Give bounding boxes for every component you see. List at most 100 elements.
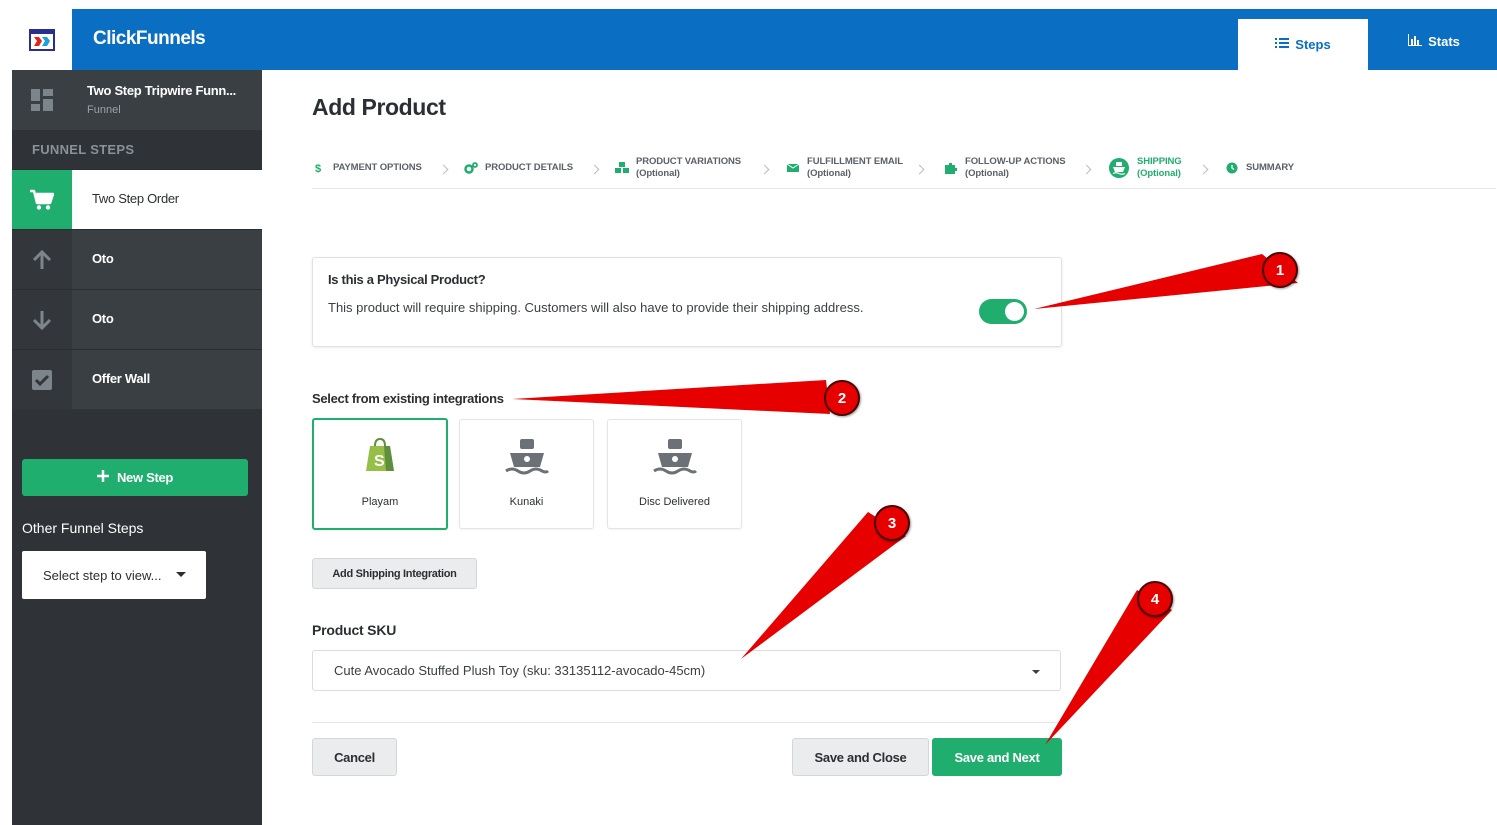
- integration-tile-kunaki[interactable]: Kunaki: [459, 419, 594, 529]
- wizard-steps: $ PAYMENT OPTIONS PRODUCT DETAILS PRODUC…: [312, 146, 1496, 189]
- checkbox-icon: [12, 350, 72, 409]
- annotation-badge-1: 1: [1262, 252, 1298, 288]
- chevron-right-icon: [589, 164, 600, 175]
- funnel-header[interactable]: Two Step Tripwire Funn... Funnel: [12, 70, 262, 130]
- funnel-name: Two Step Tripwire Funn...: [87, 83, 236, 98]
- physical-product-card: Is this a Physical Product? This product…: [312, 257, 1062, 347]
- sidebar-step-oto-1[interactable]: Oto: [12, 229, 262, 289]
- ship-icon: [460, 437, 593, 477]
- divider: [312, 722, 1061, 723]
- wizard-step-optional: (Optional): [807, 168, 851, 179]
- other-funnel-steps-label: Other Funnel Steps: [22, 520, 144, 536]
- sidebar-step-label: Oto: [92, 311, 114, 326]
- physical-product-description: This product will require shipping. Cust…: [328, 300, 864, 315]
- new-step-button[interactable]: New Step: [22, 459, 248, 496]
- sidebar-step-two-step-order[interactable]: Two Step Order: [12, 169, 262, 229]
- sidebar-step-offer-wall[interactable]: Offer Wall: [12, 349, 262, 409]
- integration-tile-disc-delivered[interactable]: Disc Delivered: [607, 419, 742, 529]
- select-step-placeholder: Select step to view...: [43, 567, 162, 583]
- wizard-step-follow-up-actions[interactable]: FOLLOW-UP ACTIONS (Optional): [944, 156, 1066, 180]
- wizard-step-label: PRODUCT VARIATIONS: [636, 156, 741, 167]
- wizard-step-label: PRODUCT DETAILS: [485, 162, 574, 173]
- wizard-step-product-variations[interactable]: PRODUCT VARIATIONS (Optional): [615, 156, 741, 180]
- plus-icon: [96, 470, 109, 485]
- add-shipping-integration-button[interactable]: Add Shipping Integration: [312, 558, 477, 589]
- wizard-step-summary[interactable]: SUMMARY: [1225, 156, 1294, 175]
- cart-icon: [12, 170, 72, 229]
- chevron-right-icon: [759, 164, 770, 175]
- arrow-down-icon: [12, 290, 72, 349]
- wizard-step-payment-options[interactable]: $ PAYMENT OPTIONS: [312, 156, 422, 175]
- puzzle-icon: [944, 161, 958, 175]
- save-and-next-button[interactable]: Save and Next: [932, 738, 1062, 776]
- integration-tile-playam[interactable]: S Playam: [312, 418, 448, 530]
- wizard-step-product-details[interactable]: PRODUCT DETAILS: [464, 156, 573, 175]
- sidebar: Two Step Tripwire Funn... Funnel FUNNEL …: [12, 70, 262, 825]
- sidebar-step-label: Two Step Order: [92, 191, 179, 206]
- annotation-badge-4: 4: [1137, 581, 1173, 617]
- dollar-icon: $: [312, 161, 326, 175]
- wizard-step-shipping[interactable]: SHIPPING (Optional): [1108, 156, 1182, 180]
- chevron-right-icon: [1198, 164, 1209, 175]
- shopify-icon: S: [314, 437, 446, 477]
- integrations-label: Select from existing integrations: [312, 391, 504, 406]
- physical-product-title: Is this a Physical Product?: [328, 272, 486, 287]
- bar-chart-icon: [1407, 33, 1423, 49]
- save-and-close-button[interactable]: Save and Close: [792, 738, 929, 776]
- integration-name: Kunaki: [509, 496, 544, 508]
- select-step-dropdown[interactable]: Select step to view...: [22, 551, 206, 599]
- annotation-badge-2: 2: [824, 380, 860, 416]
- app-title: ClickFunnels: [93, 28, 206, 49]
- physical-product-toggle[interactable]: [979, 299, 1027, 324]
- wizard-step-label: FULFILLMENT EMAIL: [807, 156, 903, 167]
- product-sku-label: Product SKU: [312, 622, 397, 638]
- funnel-type: Funnel: [87, 104, 121, 116]
- caret-down-icon: [176, 572, 186, 577]
- tab-steps-label: Steps: [1295, 37, 1331, 52]
- ship-icon: [1108, 157, 1130, 179]
- wizard-step-optional: (Optional): [965, 168, 1009, 179]
- window-top-strip: [12, 0, 1497, 9]
- ship-icon: [608, 437, 741, 477]
- chevron-right-icon: [914, 164, 925, 175]
- envelope-icon: [786, 161, 800, 175]
- cubes-icon: [615, 161, 629, 175]
- cogs-icon: [464, 161, 478, 175]
- wizard-step-optional: (Optional): [636, 168, 680, 179]
- window-frame: [0, 0, 12, 825]
- arrow-up-icon: [12, 230, 72, 289]
- tab-stats-label: Stats: [1428, 33, 1460, 49]
- wizard-step-label: SHIPPING: [1137, 156, 1182, 167]
- wizard-step-fulfillment-email[interactable]: FULFILLMENT EMAIL (Optional): [786, 156, 903, 180]
- chevron-right-icon: [1081, 164, 1092, 175]
- toggle-knob: [1005, 302, 1024, 321]
- sidebar-step-oto-2[interactable]: Oto: [12, 289, 262, 349]
- cancel-button[interactable]: Cancel: [312, 738, 397, 776]
- page-title: Add Product: [312, 94, 446, 120]
- integration-name: Disc Delivered: [639, 496, 710, 508]
- chevron-right-icon: [438, 164, 449, 175]
- svg-text:S: S: [374, 453, 385, 470]
- funnel-steps-heading: FUNNEL STEPS: [32, 142, 135, 157]
- wizard-step-label: FOLLOW-UP ACTIONS: [965, 156, 1066, 167]
- sidebar-step-label: Oto: [92, 251, 114, 266]
- list-icon: [1275, 37, 1290, 52]
- annotation-arrow-1: [1034, 254, 1298, 309]
- integration-name: Playam: [361, 496, 399, 508]
- wizard-step-label: SUMMARY: [1246, 162, 1295, 173]
- product-sku-select[interactable]: Cute Avocado Stuffed Plush Toy (sku: 331…: [312, 650, 1061, 691]
- annotation-badge-3: 3: [874, 505, 910, 541]
- tab-steps[interactable]: Steps: [1238, 19, 1368, 70]
- wizard-step-optional: (Optional): [1137, 168, 1181, 179]
- annotation-arrow-2: [512, 380, 830, 414]
- dashboard-icon: [12, 70, 72, 130]
- svg-text:$: $: [315, 163, 321, 174]
- caret-down-icon: [1032, 670, 1040, 674]
- clickfunnels-logo-icon[interactable]: [12, 9, 72, 70]
- sidebar-step-label: Offer Wall: [92, 371, 150, 386]
- wizard-step-label: PAYMENT OPTIONS: [333, 162, 422, 173]
- tab-stats[interactable]: Stats: [1382, 19, 1486, 63]
- new-step-label: New Step: [116, 470, 174, 485]
- clock-icon: [1225, 161, 1239, 175]
- product-sku-value: Cute Avocado Stuffed Plush Toy (sku: 331…: [334, 663, 706, 678]
